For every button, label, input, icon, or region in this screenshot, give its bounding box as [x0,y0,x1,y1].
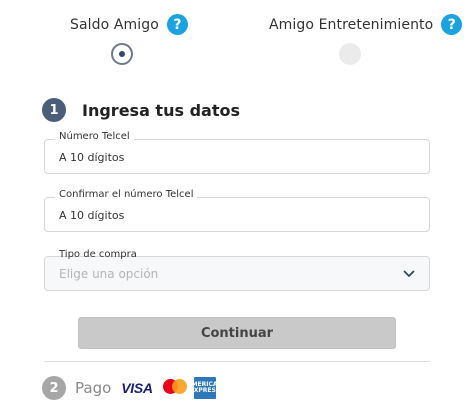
continue-button[interactable]: Continuar [78,317,396,349]
step-2-number: 2 [42,376,66,400]
numero-telcel-input[interactable]: A 10 dígitos [59,151,124,164]
tipo-compra-select[interactable]: Tipo de compra Elige una opción [44,249,430,291]
help-icon[interactable]: ? [441,14,463,35]
payment-cards: VISA AMERICAN EXPRESS [121,377,223,399]
confirmar-numero-input[interactable]: A 10 dígitos [59,209,124,222]
tipo-compra-placeholder: Elige una opción [59,267,159,281]
section-divider [44,361,430,362]
mastercard-logo-icon [162,377,188,399]
numero-telcel-field[interactable]: Número Telcel A 10 dígitos [44,131,430,174]
numero-telcel-label: Número Telcel [55,131,134,142]
radio-saldo-amigo[interactable] [111,43,133,65]
product-tabs: Saldo Amigo ? Amigo Entretenimiento ? [0,0,474,80]
chevron-down-icon[interactable] [389,257,429,290]
step-2-title: Pago [75,379,112,397]
confirmar-numero-field[interactable]: Confirmar el número Telcel A 10 dígitos [44,189,430,232]
tab-saldo-amigo-label: Saldo Amigo [70,16,159,33]
amex-logo-icon: AMERICAN EXPRESS [187,377,223,399]
step-1-title: Ingresa tus datos [82,100,240,120]
tipo-compra-label: Tipo de compra [55,249,141,260]
step-1-header: 1 Ingresa tus datos [42,98,240,122]
help-icon[interactable]: ? [166,14,188,35]
tab-amigo-entretenimiento-label: Amigo Entretenimiento [269,16,434,33]
step-1-number: 1 [42,98,66,122]
tab-amigo-entretenimiento[interactable]: Amigo Entretenimiento ? [269,14,463,35]
step-2-header[interactable]: 2 Pago VISA AMERICAN EXPRESS [42,376,223,400]
radio-amigo-entretenimiento[interactable] [339,43,361,65]
confirmar-numero-label: Confirmar el número Telcel [55,189,198,200]
tab-saldo-amigo[interactable]: Saldo Amigo ? [70,14,188,35]
visa-logo-icon: VISA [121,380,153,396]
